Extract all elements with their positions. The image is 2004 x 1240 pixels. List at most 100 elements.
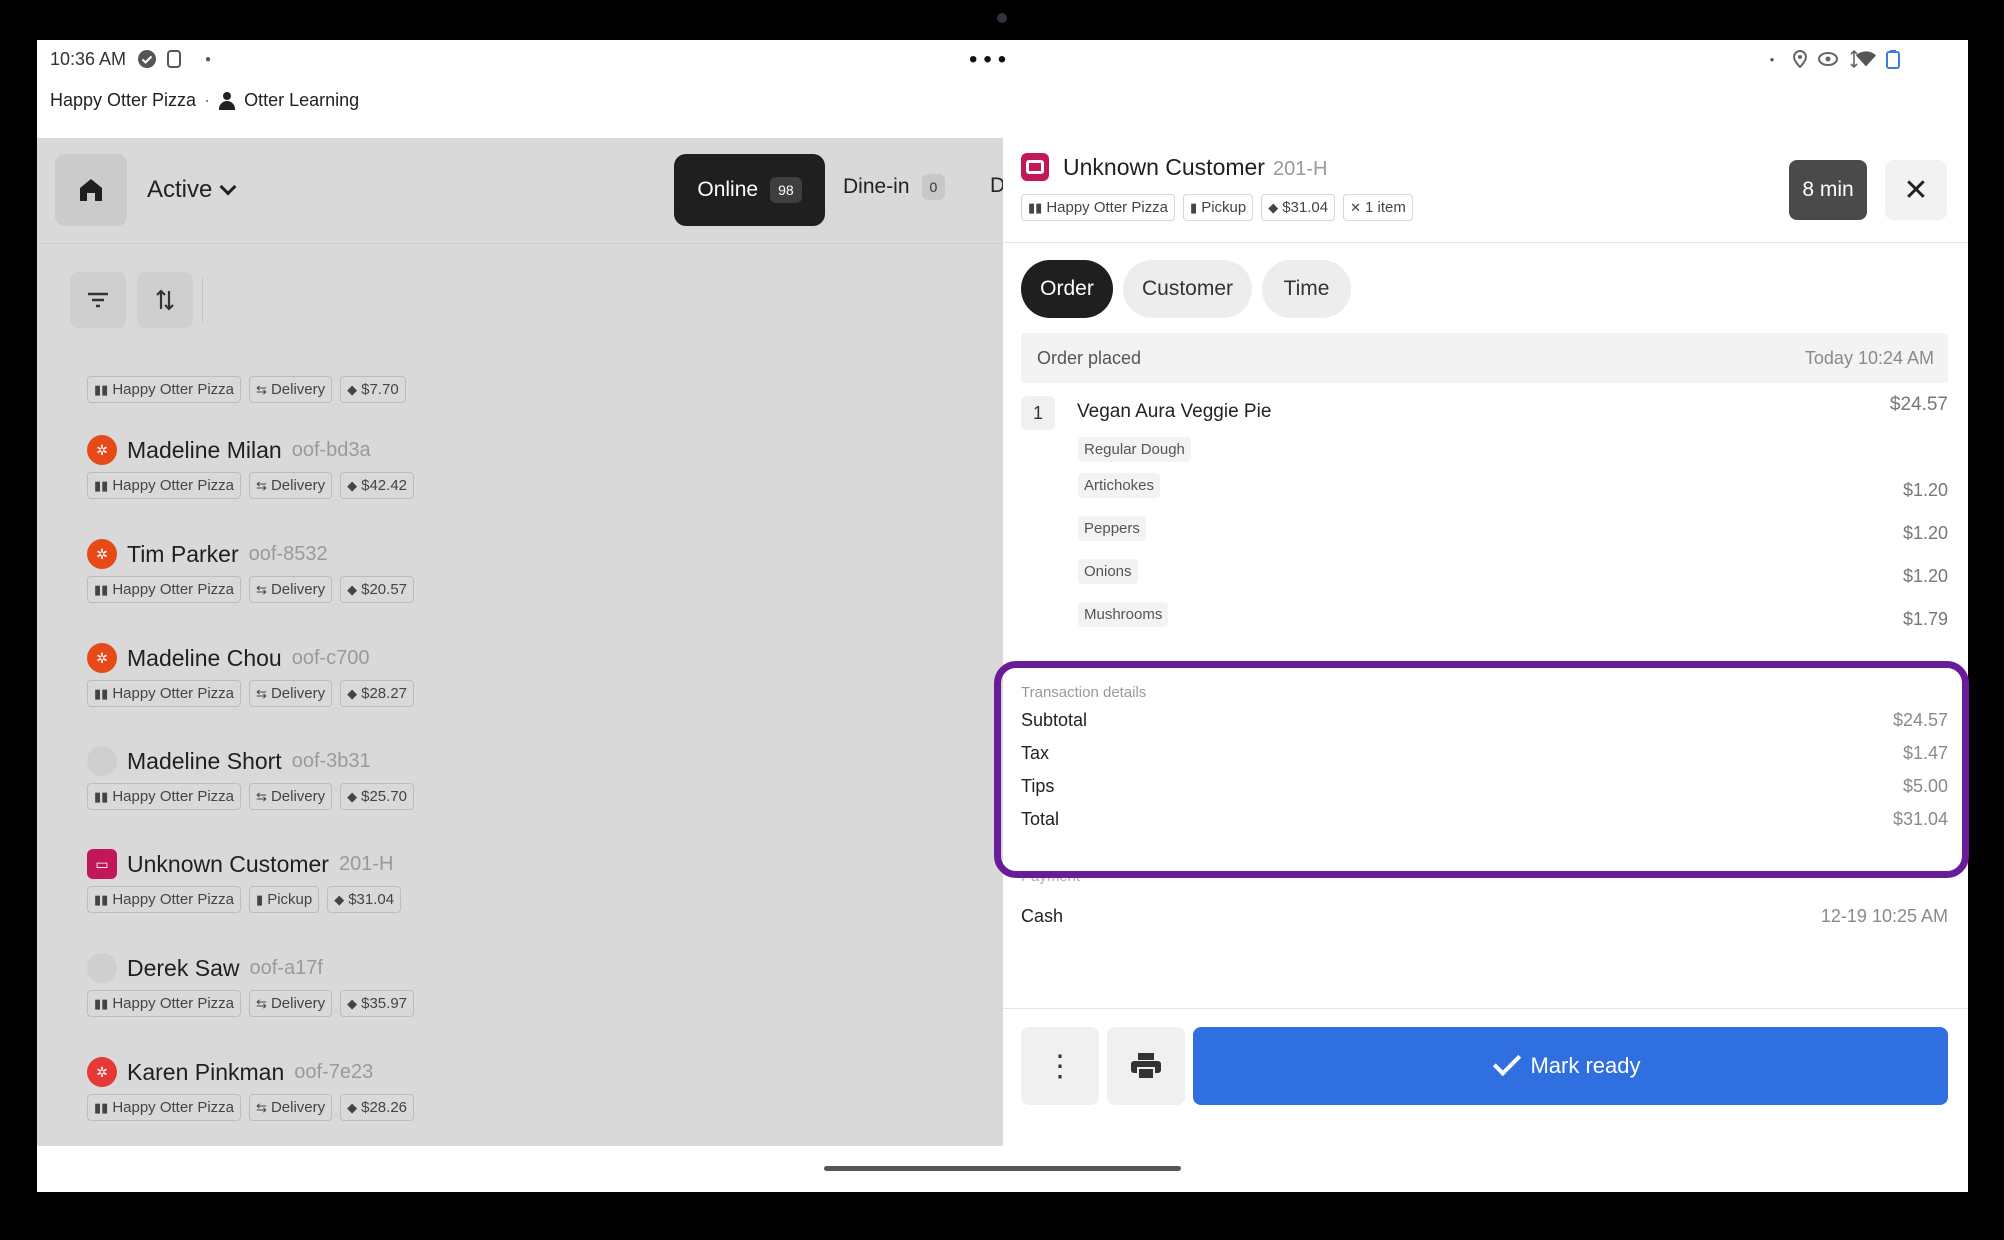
order-list-item[interactable]: Derek Saw oof-a17f ▮▮ Happy Otter Pizza ⇆ Del… <box>87 952 415 1017</box>
store-icon: ▮▮ <box>94 477 109 493</box>
order-name-row: ▭ Unknown Customer 201-H <box>87 848 401 880</box>
order-placed-label: Order placed <box>1037 348 1142 368</box>
status-filter-dropdown[interactable]: Active <box>147 176 237 204</box>
store-chip: ▮▮ Happy Otter Pizza <box>87 472 242 499</box>
order-chips: ▮▮ Happy Otter Pizza ⇆ Delivery ◆ $20.57 <box>87 576 415 603</box>
customer-title: Unknown Customer 201-H <box>1063 154 1327 181</box>
type-chip-label: Delivery <box>270 477 326 494</box>
sort-icon <box>156 289 174 311</box>
type-chip: ⇆ Delivery <box>249 783 333 810</box>
mark-ready-button[interactable]: Mark ready <box>1193 1027 1948 1105</box>
tag-icon: ◆ <box>347 381 358 397</box>
order-list-item[interactable]: ▭ Unknown Customer 201-H ▮▮ Happy Otter Pizz… <box>87 848 402 913</box>
filter-icon <box>88 292 108 308</box>
gesture-nav-bar[interactable] <box>824 1166 1181 1171</box>
location-icon <box>1789 48 1811 70</box>
order-placed-time: Today 10:24 AM <box>1804 348 1934 368</box>
price-chip-label: $25.70 <box>361 788 408 805</box>
modifier-label: Peppers <box>1078 516 1146 541</box>
mark-ready-label: Mark ready <box>1530 1053 1641 1078</box>
close-button[interactable]: ✕ <box>1885 160 1947 220</box>
order-chips: ▮▮ Happy Otter Pizza ⇆ Delivery ◆ $35.97 <box>87 990 415 1017</box>
order-customer-name: Karen Pinkman <box>127 1058 285 1085</box>
chevron-down-icon <box>219 178 237 196</box>
multitask-dots-icon[interactable]: ••• <box>969 48 1012 72</box>
store-icon: ▮▮ <box>94 685 109 701</box>
store-icon: ▮▮ <box>94 1099 109 1115</box>
store-chip-label: Happy Otter Pizza <box>112 381 235 398</box>
store-chip: ▮▮ Happy Otter Pizza <box>87 990 242 1017</box>
courier-avatar-icon <box>87 746 117 776</box>
tab-time[interactable]: Time <box>1262 260 1351 318</box>
price-chip: ◆ $28.26 <box>340 1094 415 1121</box>
delivery-icon: ⇆ <box>256 381 267 397</box>
sort-button[interactable] <box>137 272 193 328</box>
order-list-item[interactable]: ✲ Madeline Milan oof-bd3a ▮▮ Happy Otter Piz… <box>87 434 415 499</box>
modifier-price: $1.20 <box>1902 523 1948 543</box>
utensils-icon: ✕ <box>1350 199 1362 215</box>
item-price: $24.57 <box>1889 394 1948 415</box>
price-chip: ◆ $25.70 <box>340 783 415 810</box>
pickup-source-icon <box>1021 153 1049 181</box>
order-list-id: 201-H <box>338 852 394 875</box>
wifi-icon <box>1855 48 1877 70</box>
print-button[interactable] <box>1107 1027 1185 1105</box>
price-chip-label: $42.42 <box>361 477 408 494</box>
type-chip: ⇆ Delivery <box>249 990 333 1017</box>
modifier-price: $1.20 <box>1902 480 1948 500</box>
action-bar: ⋮ Mark ready <box>1003 1008 1968 1146</box>
type-chip-label: Delivery <box>270 995 326 1012</box>
order-detail-header: Unknown Customer 201-H ▮▮ Happy Otter Pizz… <box>1003 138 1968 243</box>
payment-row: Cash 12-19 10:25 AM <box>1021 906 1948 927</box>
dot-icon: ● <box>1769 54 1775 64</box>
order-list-id: oof-bd3a <box>291 438 371 461</box>
tab-dine-in[interactable]: Dine-in 0 <box>843 174 946 200</box>
tag-icon: ◆ <box>347 995 358 1011</box>
order-customer-name: Derek Saw <box>127 954 240 981</box>
home-button[interactable] <box>55 154 127 226</box>
order-list-id: oof-7e23 <box>294 1060 374 1083</box>
tab-online[interactable]: Online 98 <box>674 154 825 226</box>
delivery-icon: ⇆ <box>256 685 267 701</box>
order-name-row: ✲ Madeline Milan oof-bd3a <box>87 434 414 466</box>
order-list-item[interactable]: ▮▮ Happy Otter Pizza ⇆ Delivery ◆ $7.70 <box>87 370 406 403</box>
price-chip-label: $35.97 <box>361 995 408 1012</box>
tab-dine-in-label: Dine-in <box>843 175 910 198</box>
bag-icon: ▮ <box>256 891 264 907</box>
order-customer-name: Madeline Chou <box>127 644 282 671</box>
store-chip-label: Happy Otter Pizza <box>112 788 235 805</box>
more-options-button[interactable]: ⋮ <box>1021 1027 1099 1105</box>
order-placed-row: Order placed Today 10:24 AM <box>1021 333 1948 383</box>
courier-avatar-icon <box>87 953 117 983</box>
type-chip: ⇆ Delivery <box>249 576 333 603</box>
store-chip: ▮▮ Happy Otter Pizza <box>87 376 242 403</box>
order-list-item[interactable]: ✲ Madeline Chou oof-c700 ▮▮ Happy Otter Pizz… <box>87 642 415 707</box>
modifier-label: Mushrooms <box>1078 602 1169 627</box>
filter-button[interactable] <box>70 272 126 328</box>
toolbar-divider <box>202 278 203 322</box>
store-icon: ▮▮ <box>94 581 109 597</box>
order-list-item[interactable]: ✲ Karen Pinkman oof-7e23 ▮▮ Happy Otter Pizz… <box>87 1056 415 1121</box>
tag-icon: ◆ <box>347 581 358 597</box>
tab-customer[interactable]: Customer <box>1123 260 1252 318</box>
order-list-item[interactable]: Madeline Short oof-3b31 ▮▮ Happy Otter Pizz… <box>87 745 415 810</box>
order-chips: ▮▮ Happy Otter Pizza ▮ Pickup ◆ $31.04 ✕ 1 i… <box>1021 194 1413 221</box>
type-chip: ▮ Pickup <box>1183 194 1254 221</box>
type-chip: ⇆ Delivery <box>249 472 333 499</box>
prep-timer-badge[interactable]: 8 min <box>1789 160 1867 220</box>
printer-icon <box>1131 1053 1161 1080</box>
type-chip: ⇆ Delivery <box>249 376 333 403</box>
price-chip-label: $28.27 <box>361 685 408 702</box>
tab-order[interactable]: Order <box>1021 260 1113 318</box>
delivery-icon: ⇆ <box>256 581 267 597</box>
order-list-item[interactable]: ✲ Tim Parker oof-8532 ▮▮ Happy Otter Pizza ⇆ D… <box>87 538 415 603</box>
store-chip-label: Happy Otter Pizza <box>112 581 235 598</box>
order-customer-name: Madeline Short <box>127 747 282 774</box>
customer-name: Unknown Customer <box>1063 154 1265 180</box>
type-chip-label: Pickup <box>1201 199 1247 216</box>
type-chip-label: Delivery <box>270 685 326 702</box>
modifier-price: $1.20 <box>1902 566 1948 586</box>
order-chips: ▮▮ Happy Otter Pizza ⇆ Delivery ◆ $28.26 <box>87 1094 415 1121</box>
order-detail-panel: Unknown Customer 201-H ▮▮ Happy Otter Pizz… <box>1003 138 1968 1146</box>
delivery-icon: ⇆ <box>256 788 267 804</box>
